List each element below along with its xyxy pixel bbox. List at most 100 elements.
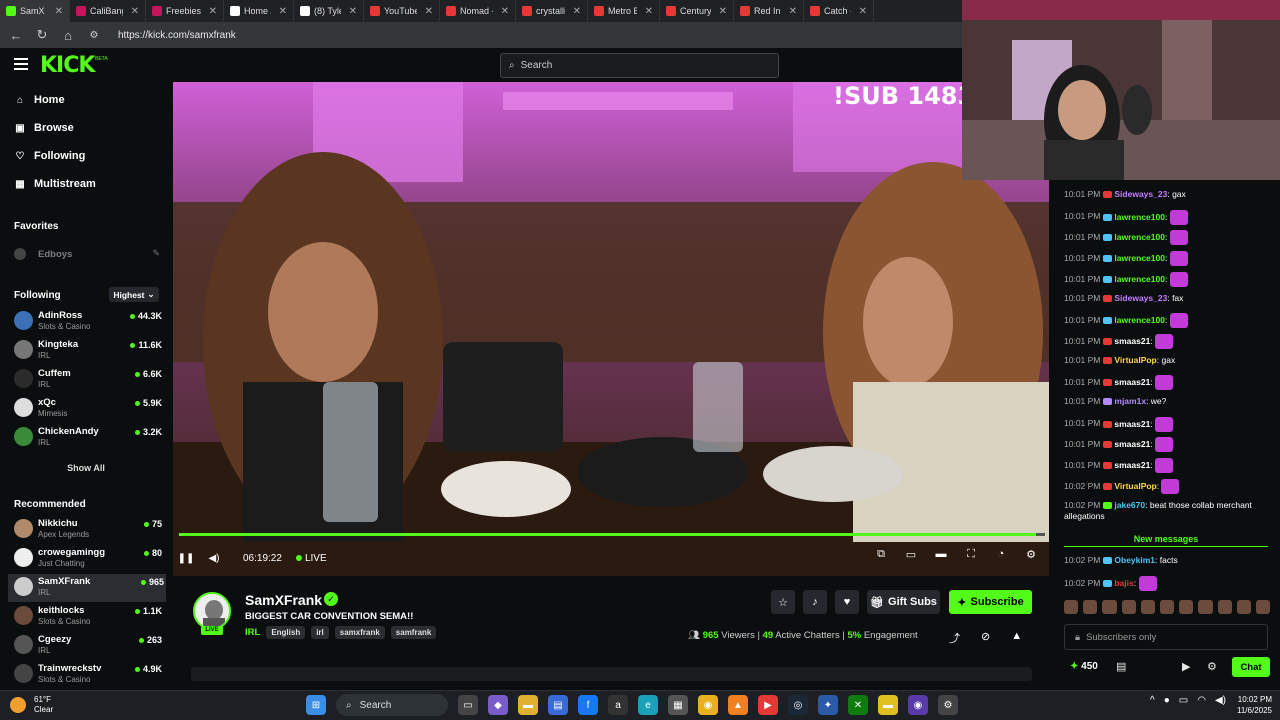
chat-username[interactable]: lawrence100: [1114, 253, 1165, 263]
chat-username[interactable]: lawrence100: [1114, 211, 1165, 221]
browser-tab[interactable]: Century - A ✕: [660, 0, 734, 22]
chat-username[interactable]: VirtualPop: [1114, 355, 1156, 365]
notes-icon[interactable]: ▬: [878, 695, 898, 715]
emote-icon[interactable]: [1198, 600, 1213, 614]
chat-username[interactable]: smaas21: [1114, 460, 1150, 470]
report-icon[interactable]: ▲: [1011, 630, 1022, 646]
chat-send-button[interactable]: Chat: [1232, 657, 1270, 677]
chat-username[interactable]: Sideways_23: [1114, 189, 1167, 199]
browser-tab[interactable]: Metro Boo ✕: [588, 0, 660, 22]
tab-close-icon[interactable]: ✕: [209, 6, 217, 17]
emote-icon[interactable]: [1083, 600, 1098, 614]
chat-username[interactable]: smaas21: [1114, 418, 1150, 428]
weather-widget[interactable]: 61°F Clear: [10, 695, 53, 715]
stream-tag[interactable]: samxfrank: [334, 626, 385, 639]
amazon-icon[interactable]: a: [608, 695, 628, 715]
show-all-button[interactable]: Show All: [0, 463, 172, 473]
display-icon[interactable]: ▭: [1179, 695, 1188, 706]
favorite-item[interactable]: Edboys ✎: [14, 242, 164, 270]
sidebar-channel[interactable]: SamXFrank IRL 965: [8, 574, 166, 602]
sidebar-channel[interactable]: xQc Mimesis 5.9K: [14, 395, 164, 423]
browser-tab[interactable]: Catch - All ✕: [804, 0, 874, 22]
stream-tag[interactable]: irl: [311, 626, 329, 639]
chat-username[interactable]: Sideways_23: [1114, 293, 1167, 303]
chrome-icon[interactable]: ◉: [698, 695, 718, 715]
site-info-icon[interactable]: ⚙: [86, 30, 102, 41]
kick-logo[interactable]: KICK: [40, 53, 95, 78]
browser-tab[interactable]: crystallized ✕: [516, 0, 588, 22]
pause-icon[interactable]: ❚❚: [178, 551, 195, 565]
menu-icon[interactable]: [14, 58, 28, 70]
mic-icon[interactable]: ●: [1164, 695, 1170, 706]
send-icon[interactable]: ▶: [1182, 660, 1190, 673]
sidebar-channel[interactable]: Cgeezy IRL 263: [14, 632, 164, 660]
tray-chevron-icon[interactable]: ^: [1150, 695, 1155, 706]
vlc-icon[interactable]: ▲: [728, 695, 748, 715]
sidebar-channel[interactable]: Cuffem IRL 6.6K: [14, 366, 164, 394]
tab-close-icon[interactable]: ✕: [789, 6, 797, 17]
tab-close-icon[interactable]: ✕: [573, 6, 581, 17]
tab-close-icon[interactable]: ✕: [55, 6, 63, 17]
browser-tab[interactable]: SamX ✕: [0, 0, 70, 22]
chat-username[interactable]: bajis: [1114, 578, 1133, 588]
facebook-icon[interactable]: f: [578, 695, 598, 715]
task-view-icon[interactable]: ▭: [458, 695, 478, 715]
emote-icon[interactable]: [1179, 600, 1194, 614]
streamer-name[interactable]: SamXFrank: [245, 592, 322, 608]
app-icon[interactable]: ✦: [818, 695, 838, 715]
store-icon[interactable]: ▤: [1116, 660, 1126, 673]
sidebar-nav-home[interactable]: ⌂ Home: [14, 94, 65, 106]
search-input[interactable]: ⌕ Search: [500, 53, 779, 78]
streamer-avatar[interactable]: [193, 592, 231, 630]
chat-username[interactable]: lawrence100: [1114, 274, 1165, 284]
speaker-icon[interactable]: ◀): [1215, 695, 1226, 706]
volume-icon[interactable]: ◀): [207, 551, 221, 565]
system-clock[interactable]: 10:02 PM 11/6/2025: [1230, 694, 1272, 716]
sidebar-channel[interactable]: AdinRoss Slots & Casino 44.3K: [14, 308, 164, 336]
emote-icon[interactable]: [1255, 600, 1271, 614]
tab-close-icon[interactable]: ✕: [425, 6, 433, 17]
sidebar-channel[interactable]: crowegamingg Just Chatting 80: [14, 545, 164, 573]
clip-icon[interactable]: ▭: [904, 547, 918, 561]
pin-icon[interactable]: ✎: [152, 248, 160, 259]
chat-username[interactable]: VirtualPop: [1114, 481, 1156, 491]
file-explorer-icon[interactable]: ▬: [518, 695, 538, 715]
tab-close-icon[interactable]: ✕: [349, 6, 357, 17]
sidebar-channel[interactable]: Trainwreckstv Slots & Casino 4.9K: [14, 661, 164, 689]
sidebar-nav-multistream[interactable]: ▦ Multistream: [14, 178, 95, 190]
chat-username[interactable]: smaas21: [1114, 377, 1150, 387]
url-field[interactable]: https://kick.com/samxfrank: [118, 30, 236, 41]
new-messages-divider[interactable]: New messages: [1064, 534, 1268, 547]
taskbar-search[interactable]: ⌕ Search: [336, 694, 448, 716]
tab-close-icon[interactable]: ✕: [131, 6, 139, 17]
sidebar-channel[interactable]: Kingteka IRL 11.6K: [14, 337, 164, 365]
tab-close-icon[interactable]: ✕: [501, 6, 509, 17]
sidebar-nav-following[interactable]: ♡ Following: [14, 150, 86, 162]
chat-input[interactable]: 🔒︎ Subscribers only: [1064, 624, 1268, 650]
subscribe-button[interactable]: ✦ Subscribe: [949, 590, 1032, 614]
tab-close-icon[interactable]: ✕: [719, 6, 727, 17]
browser-tab[interactable]: Nomad - A ✕: [440, 0, 516, 22]
hide-icon[interactable]: ⊘: [981, 630, 990, 646]
category-link[interactable]: IRL: [245, 627, 260, 638]
windows-start-icon[interactable]: ⊞: [306, 695, 326, 715]
stream-tag[interactable]: English: [266, 626, 306, 639]
browser-tab[interactable]: (8) Tyler Ol ✕: [294, 0, 364, 22]
chat-username[interactable]: lawrence100: [1114, 315, 1165, 325]
video-progress-bar[interactable]: [179, 533, 1045, 536]
favorite-star-button[interactable]: ☆: [771, 590, 795, 614]
tab-close-icon[interactable]: ✕: [859, 6, 867, 17]
calculator-icon[interactable]: ▦: [668, 695, 688, 715]
emote-icon[interactable]: [1236, 600, 1251, 614]
back-icon[interactable]: ←: [8, 28, 24, 43]
video-player[interactable]: [173, 82, 1049, 576]
chat-username[interactable]: smaas21: [1114, 439, 1150, 449]
chat-username[interactable]: mjam1x: [1114, 396, 1146, 406]
notification-button[interactable]: ♪: [803, 590, 827, 614]
edge-icon[interactable]: e: [638, 695, 658, 715]
emote-icon[interactable]: [1140, 600, 1155, 614]
reload-icon[interactable]: ↻: [34, 27, 50, 43]
wifi-icon[interactable]: ◠: [1197, 695, 1206, 706]
browser-tab[interactable]: Red In The ✕: [734, 0, 804, 22]
store-app-icon[interactable]: ▤: [548, 695, 568, 715]
